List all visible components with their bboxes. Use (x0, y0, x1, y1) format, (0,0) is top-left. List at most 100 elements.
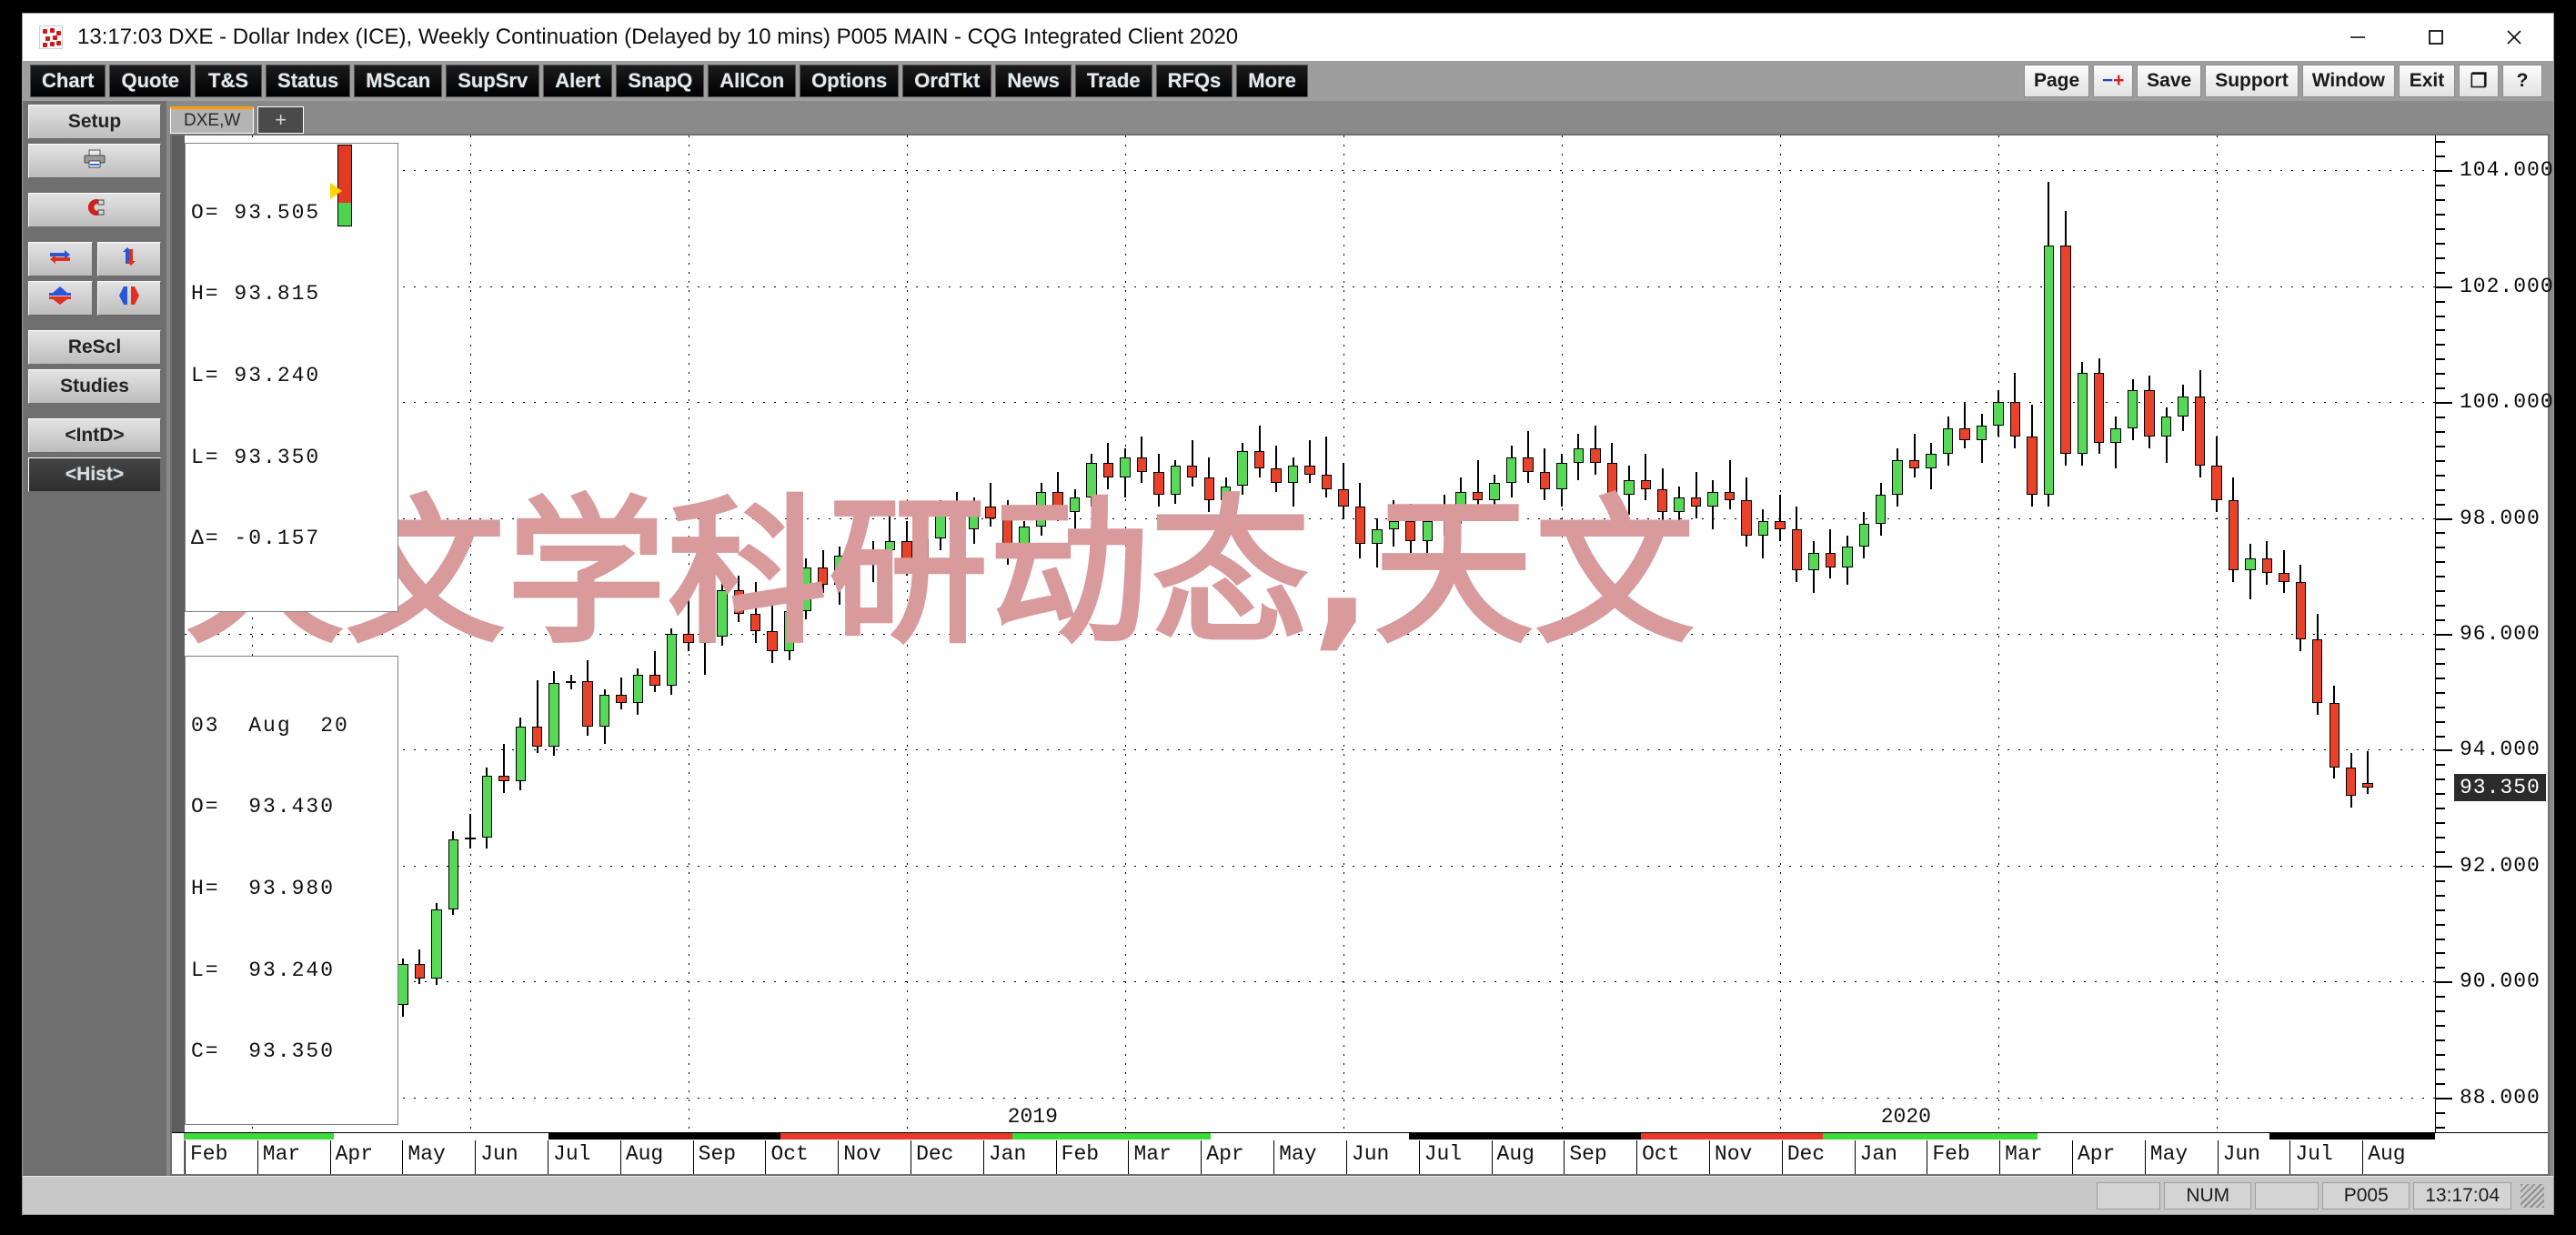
menu-button-quote[interactable]: Quote (109, 65, 192, 97)
candle-body (935, 512, 946, 538)
historical-button[interactable]: <Hist> (28, 457, 161, 492)
page-button[interactable]: Page (2023, 65, 2090, 97)
menu-button-t-s[interactable]: T&S (195, 65, 263, 97)
intraday-button[interactable]: <IntD> (28, 418, 161, 453)
month-tick-label: May (402, 1140, 475, 1174)
candlestick (1791, 136, 1803, 1132)
menu-button-rfqs[interactable]: RFQs (1155, 65, 1233, 97)
price-tick-minor (2436, 1025, 2445, 1028)
window-button[interactable]: Window (2301, 65, 2395, 97)
candle-body (1959, 427, 1970, 440)
title-bar-left: 13:17:03 DXE - Dollar Index (ICE), Weekl… (23, 25, 1238, 50)
maximize-button[interactable] (2397, 14, 2475, 61)
candle-body (1170, 466, 1181, 496)
bar-open-label: O= (191, 795, 220, 819)
season-bar-segment (185, 1133, 334, 1140)
magnet-button[interactable] (28, 193, 161, 227)
menu-button-news[interactable]: News (995, 65, 1072, 97)
price-tick-major (2436, 402, 2452, 405)
support-button[interactable]: Support (2205, 65, 2299, 97)
month-tick-label: Jun (1345, 1140, 1419, 1174)
candlestick (565, 136, 577, 1132)
expand-horizontal-button[interactable] (96, 281, 161, 316)
month-tick-label: May (2144, 1140, 2218, 1174)
price-tick-minor (2436, 894, 2445, 897)
candlestick (582, 136, 593, 1132)
price-tick-minor (2436, 808, 2445, 810)
price-tick-major (2436, 286, 2452, 288)
candlestick (1019, 136, 1030, 1132)
candlestick (1858, 136, 1869, 1132)
menu-button-options[interactable]: Options (800, 65, 900, 97)
menu-button-chart[interactable]: Chart (30, 65, 106, 97)
candle-body (632, 674, 644, 704)
candle-body (884, 541, 896, 550)
tab-dxe-w[interactable]: DXE,W (170, 106, 255, 134)
swap-vertical-button[interactable] (96, 242, 161, 276)
swap-vertical-icon (118, 246, 140, 272)
chart-scroll-column[interactable] (172, 136, 185, 1132)
candle-body (2043, 246, 2055, 496)
workspace: Setup ReScl Studies <IntD> <Hist> DXE,W … (23, 101, 2553, 1176)
close-button[interactable] (2475, 14, 2553, 61)
menu-button-mscan[interactable]: MScan (354, 65, 443, 97)
candle-wick (1913, 434, 1916, 477)
candle-body (1590, 448, 1601, 463)
candlestick (1102, 136, 1114, 1132)
candlestick (1489, 136, 1500, 1132)
menu-button-alert[interactable]: Alert (543, 65, 613, 97)
time-axis[interactable]: Feb Mar Apr May Jun Jul Aug Sep Oct Nov Dec Jan Feb M… (172, 1132, 2548, 1174)
price-tick-major (2436, 170, 2452, 173)
candle-body (1976, 425, 1987, 440)
candlestick (2127, 136, 2138, 1132)
rescale-button[interactable]: ReScl (28, 330, 161, 365)
candlestick (632, 136, 644, 1132)
candlestick (498, 136, 509, 1132)
menu-button-status[interactable]: Status (266, 65, 351, 97)
chart-sidebar: Setup ReScl Studies <IntD> <Hist> (23, 101, 166, 1176)
quote-open-value: 93.505 (234, 200, 321, 225)
menu-button-trade[interactable]: Trade (1074, 65, 1152, 97)
zoom-step-button[interactable]: − + (2093, 65, 2134, 97)
magnet-icon (83, 197, 106, 223)
candlestick (1908, 136, 1920, 1132)
add-tab-button[interactable]: + (257, 106, 305, 134)
swap-horizontal-button[interactable] (28, 242, 93, 276)
candle-body (2110, 427, 2121, 443)
print-button[interactable] (28, 144, 161, 178)
studies-button[interactable]: Studies (28, 369, 161, 404)
application-window: 13:17:03 DXE - Dollar Index (ICE), Weekl… (22, 13, 2554, 1215)
candle-body (2060, 246, 2071, 455)
candle-body (1775, 520, 1786, 530)
candle-body (1523, 457, 1534, 472)
minimize-button[interactable] (2319, 14, 2397, 61)
save-button[interactable]: Save (2137, 65, 2202, 97)
price-tick-major (2436, 981, 2452, 984)
sidebar-divider-2 (28, 232, 161, 237)
candlestick (750, 136, 761, 1132)
status-cell-blank-1 (2097, 1181, 2161, 1210)
restore-window-button[interactable]: ❐ (2459, 65, 2499, 97)
price-plot-area[interactable]: 天文学科研动态,天文 O= 93.505 H= 93.815 L= 93.240… (185, 136, 2435, 1132)
menu-button-allcon[interactable]: AllCon (708, 65, 797, 97)
candlestick (1656, 136, 1668, 1132)
menu-button-supsrv[interactable]: SupSrv (446, 65, 540, 97)
candle-body (1069, 497, 1081, 513)
price-axis[interactable]: 104.000 102.000 100.000 98.000 96.000 94.000 9… (2435, 136, 2553, 1132)
menu-button-ordtkt[interactable]: OrdTkt (902, 65, 992, 97)
bar-close-label: C= (191, 1039, 220, 1064)
exit-button[interactable]: Exit (2399, 65, 2455, 97)
resize-grip[interactable] (2521, 1183, 2544, 1208)
candle-body (868, 549, 879, 562)
menu-button-more[interactable]: More (1236, 65, 1308, 97)
setup-button[interactable]: Setup (28, 105, 161, 139)
candlestick (767, 136, 778, 1132)
candlestick (1825, 136, 1836, 1132)
candlestick (2295, 136, 2306, 1132)
help-button[interactable]: ? (2502, 65, 2542, 97)
compress-vertical-button[interactable] (28, 281, 93, 316)
price-tick-label: 98.000 (2460, 506, 2541, 530)
candlestick (1505, 136, 1517, 1132)
menu-button-snapq[interactable]: SnapQ (616, 65, 705, 97)
